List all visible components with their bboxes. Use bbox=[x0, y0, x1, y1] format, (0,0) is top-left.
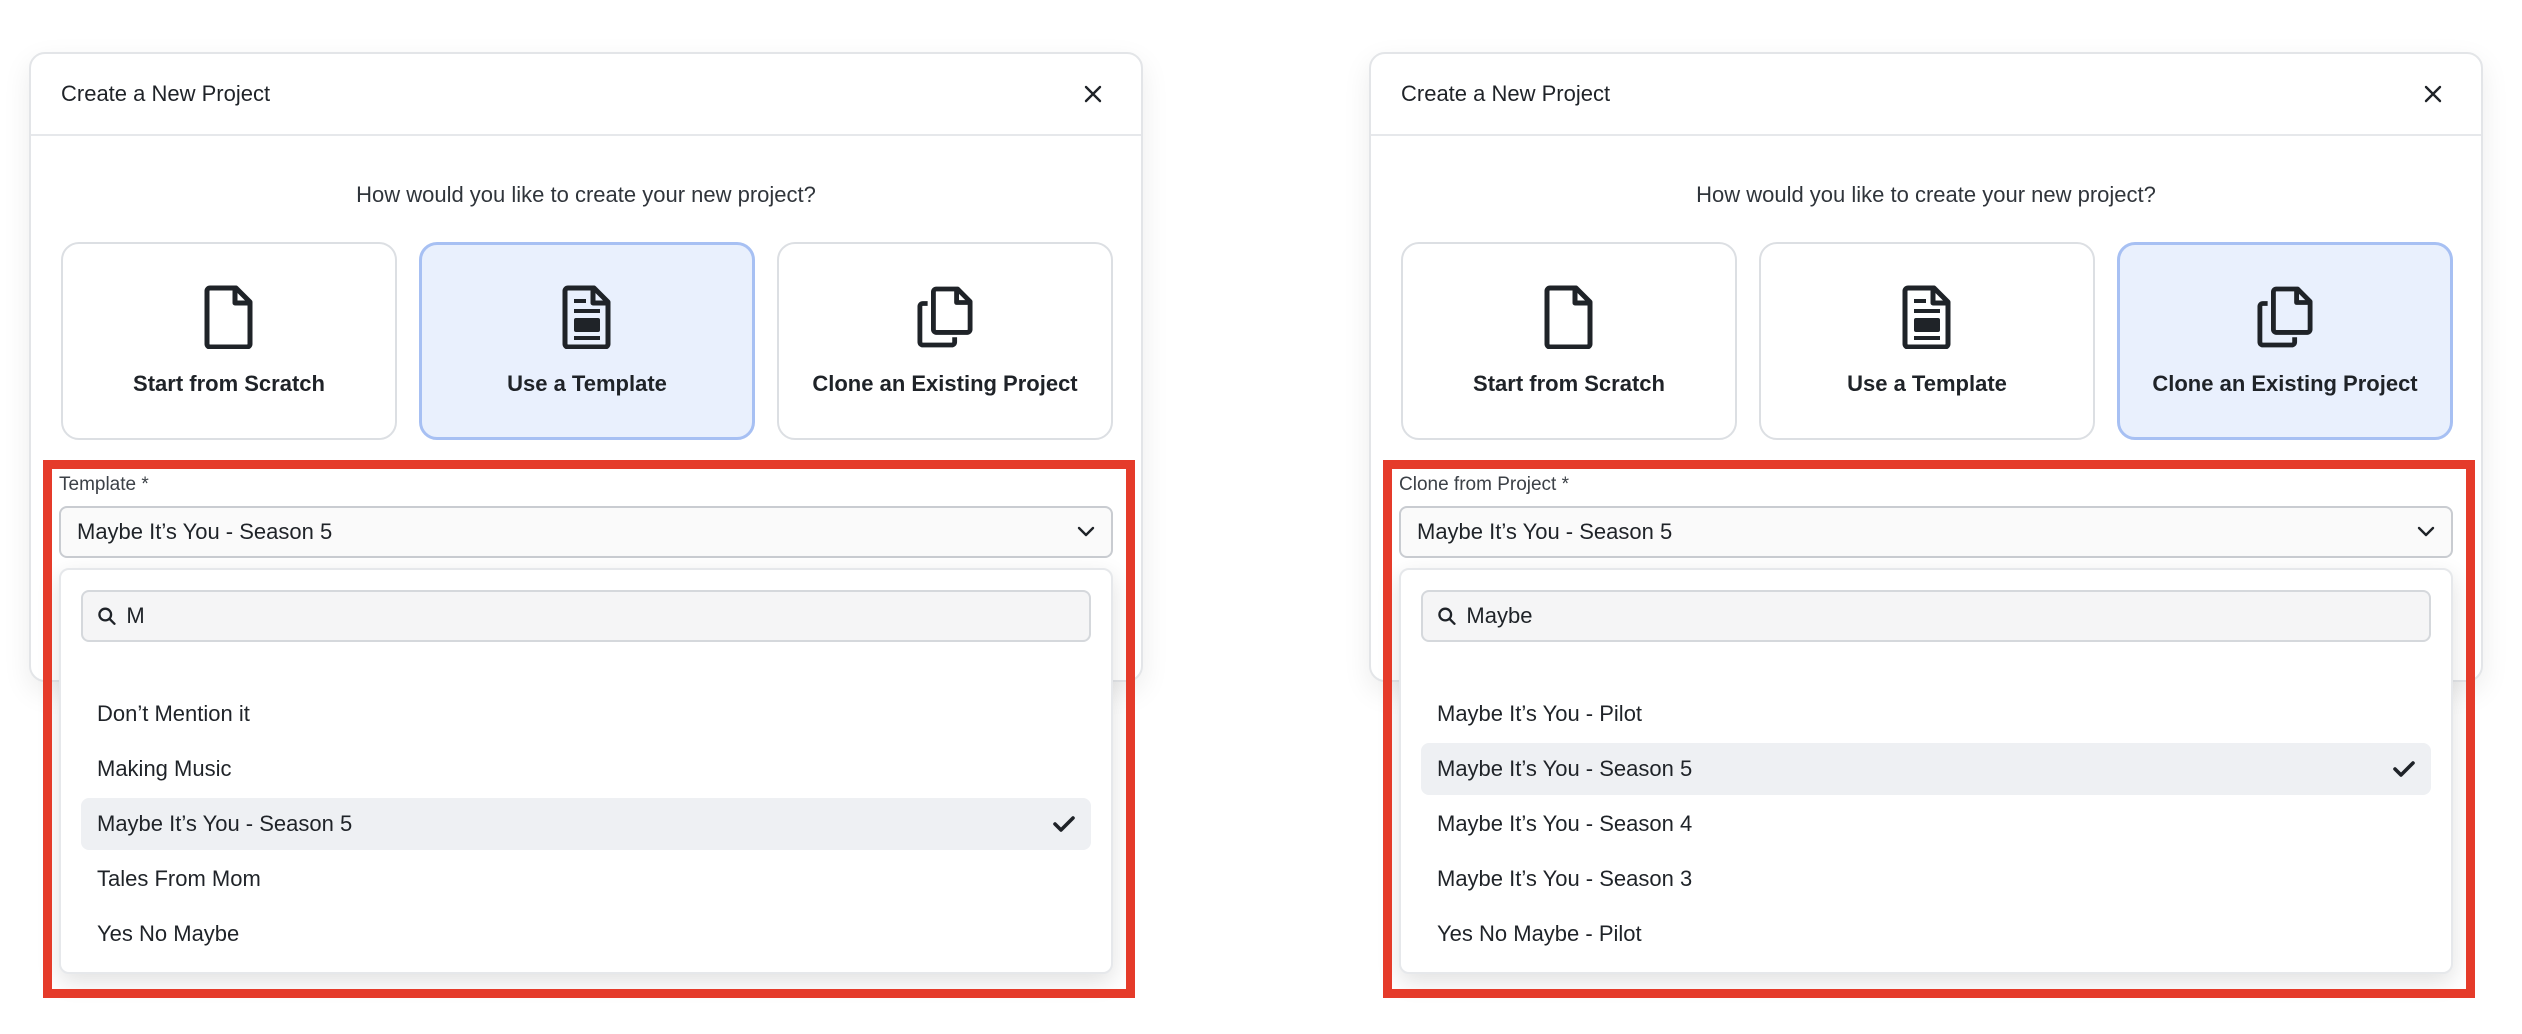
clone-project-dropdown: Maybe It’s You - Pilot Maybe It’s You - … bbox=[1399, 568, 2453, 974]
select-value: Maybe It’s You - Season 5 bbox=[1417, 519, 1673, 544]
file-icon bbox=[1541, 285, 1597, 349]
chevron-down-icon bbox=[2417, 526, 2435, 537]
list-item-selected[interactable]: Maybe It’s You - Season 5 bbox=[1421, 743, 2431, 795]
card-label: Use a Template bbox=[1847, 371, 2007, 396]
use-template-card[interactable]: Use a Template bbox=[1759, 242, 2095, 440]
modal-title: Create a New Project bbox=[1401, 81, 1611, 106]
clone-existing-project-card[interactable]: Clone an Existing Project bbox=[2117, 242, 2453, 440]
list-item[interactable]: Yes No Maybe - Pilot bbox=[1421, 908, 2431, 960]
card-label: Start from Scratch bbox=[1473, 371, 1665, 396]
option-list: Don’t Mention it Making Music Maybe It’s… bbox=[81, 688, 1091, 963]
list-item[interactable]: Tales From Mom bbox=[81, 853, 1091, 905]
creation-question: How would you like to create your new pr… bbox=[1696, 182, 2156, 207]
template-icon bbox=[1899, 285, 1955, 349]
close-button[interactable] bbox=[1075, 76, 1111, 112]
option-list: Maybe It’s You - Pilot Maybe It’s You - … bbox=[1421, 688, 2431, 963]
close-button[interactable] bbox=[2415, 76, 2451, 112]
checkmark-icon bbox=[2393, 761, 2415, 777]
list-item[interactable]: Maybe It’s You - Pilot bbox=[1421, 688, 2431, 740]
close-icon bbox=[2424, 85, 2442, 103]
option-label: Maybe It’s You - Season 5 bbox=[1437, 756, 1693, 781]
search-icon bbox=[1438, 607, 1456, 625]
option-label: Don’t Mention it bbox=[97, 701, 250, 726]
modal-header: Create a New Project bbox=[1371, 54, 2481, 136]
right-panel: Create a New Project How would you like … bbox=[1369, 0, 2509, 1034]
close-icon bbox=[1084, 85, 1102, 103]
card-label: Start from Scratch bbox=[133, 371, 325, 396]
select-value: Maybe It’s You - Season 5 bbox=[77, 519, 333, 544]
list-item[interactable]: Yes No Maybe bbox=[81, 908, 1091, 960]
list-item[interactable]: Don’t Mention it bbox=[81, 688, 1091, 740]
file-icon bbox=[201, 285, 257, 349]
template-select[interactable]: Maybe It’s You - Season 5 bbox=[59, 506, 1113, 558]
option-label: Making Music bbox=[97, 756, 232, 781]
card-label: Clone an Existing Project bbox=[2152, 371, 2418, 396]
list-item[interactable]: Maybe It’s You - Season 4 bbox=[1421, 798, 2431, 850]
creation-options: Start from Scratch Use a Template Clone … bbox=[1401, 242, 2453, 440]
search-input[interactable] bbox=[126, 603, 1075, 629]
list-item[interactable]: Making Music bbox=[81, 743, 1091, 795]
template-search[interactable] bbox=[81, 590, 1091, 642]
copy-icon bbox=[917, 285, 973, 349]
creation-options: Start from Scratch Use a Template Clone … bbox=[61, 242, 1113, 440]
clone-field-label: Clone from Project * bbox=[1399, 474, 1570, 495]
list-item[interactable]: Maybe It’s You - Season 3 bbox=[1421, 853, 2431, 905]
copy-icon bbox=[2257, 285, 2313, 349]
clone-existing-project-card[interactable]: Clone an Existing Project bbox=[777, 242, 1113, 440]
option-label: Maybe It’s You - Season 5 bbox=[97, 811, 353, 836]
clone-project-select[interactable]: Maybe It’s You - Season 5 bbox=[1399, 506, 2453, 558]
checkmark-icon bbox=[1053, 816, 1075, 832]
search-icon bbox=[98, 607, 116, 625]
card-label: Use a Template bbox=[507, 371, 667, 396]
template-icon bbox=[559, 285, 615, 349]
option-label: Yes No Maybe - Pilot bbox=[1437, 921, 1642, 946]
start-from-scratch-card[interactable]: Start from Scratch bbox=[1401, 242, 1737, 440]
start-from-scratch-card[interactable]: Start from Scratch bbox=[61, 242, 397, 440]
template-field-label: Template * bbox=[59, 474, 149, 495]
left-panel: Create a New Project How would you like … bbox=[29, 0, 1169, 1034]
search-input[interactable] bbox=[1466, 603, 2415, 629]
project-search[interactable] bbox=[1421, 590, 2431, 642]
modal-title: Create a New Project bbox=[61, 81, 271, 106]
option-label: Maybe It’s You - Pilot bbox=[1437, 701, 1643, 726]
use-template-card[interactable]: Use a Template bbox=[419, 242, 755, 440]
modal-header: Create a New Project bbox=[31, 54, 1141, 136]
chevron-down-icon bbox=[1077, 526, 1095, 537]
card-label: Clone an Existing Project bbox=[812, 371, 1078, 396]
template-dropdown: Don’t Mention it Making Music Maybe It’s… bbox=[59, 568, 1113, 974]
option-label: Yes No Maybe bbox=[97, 921, 240, 946]
option-label: Tales From Mom bbox=[97, 866, 261, 891]
list-item-selected[interactable]: Maybe It’s You - Season 5 bbox=[81, 798, 1091, 850]
creation-question: How would you like to create your new pr… bbox=[356, 182, 816, 207]
option-label: Maybe It’s You - Season 4 bbox=[1437, 811, 1693, 836]
option-label: Maybe It’s You - Season 3 bbox=[1437, 866, 1693, 891]
